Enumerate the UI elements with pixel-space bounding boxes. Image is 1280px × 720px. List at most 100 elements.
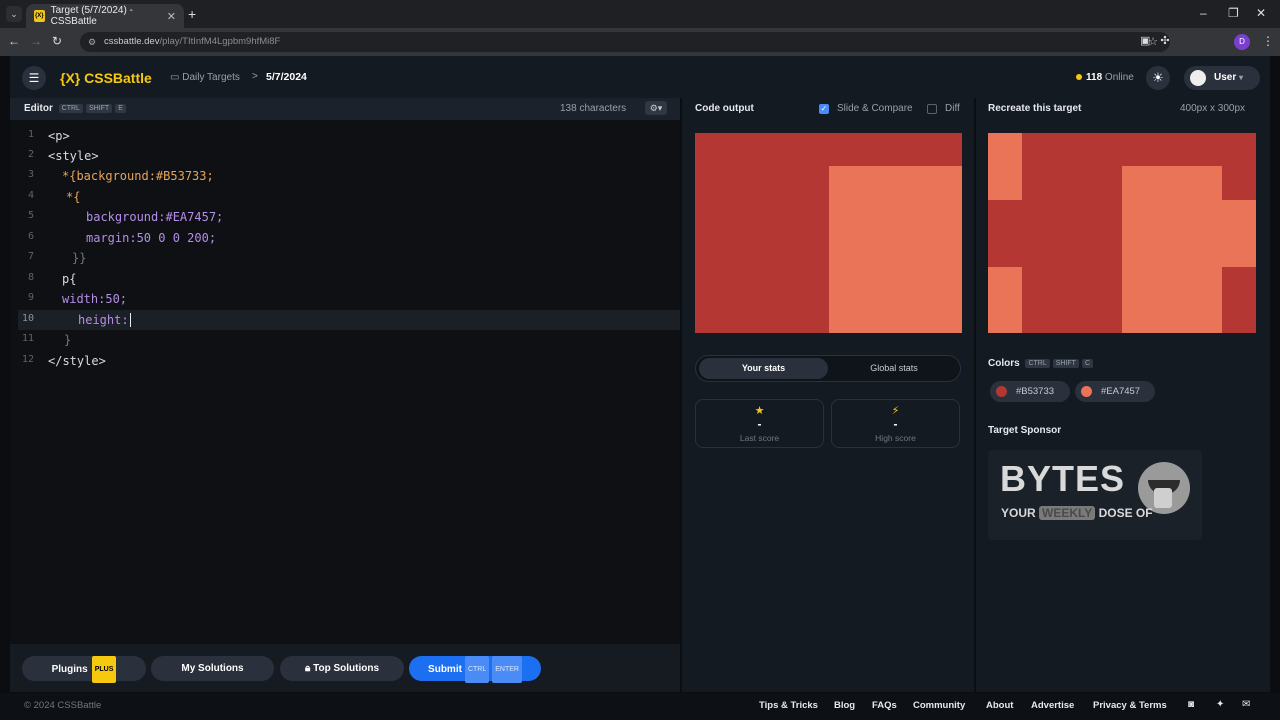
kbd-shift: SHIFT bbox=[85, 103, 113, 113]
slide-compare-label[interactable]: Slide & Compare bbox=[837, 103, 913, 114]
lock-icon: 🔒︎ bbox=[304, 663, 311, 674]
line-number: 8 bbox=[27, 272, 34, 283]
theme-toggle-sun-icon[interactable]: ☀ bbox=[1146, 66, 1170, 90]
footer-link-community[interactable]: Community bbox=[913, 700, 965, 711]
forward-icon[interactable]: → bbox=[30, 34, 52, 48]
calendar-icon: ▭ bbox=[170, 72, 180, 83]
line-number: 5 bbox=[27, 210, 34, 221]
target-block-right bbox=[1222, 200, 1256, 267]
slide-compare-checkbox[interactable]: ✓ bbox=[819, 104, 829, 114]
browser-extensions: ▣✣ bbox=[1140, 34, 1180, 47]
target-size: 400px x 300px bbox=[1180, 103, 1246, 114]
app-logo[interactable]: {X} CSSBattle bbox=[60, 70, 152, 86]
last-score-value: - bbox=[757, 417, 762, 431]
discord-icon[interactable]: ◙ bbox=[1188, 699, 1194, 710]
favicon-icon: {X} bbox=[34, 10, 45, 22]
chevron-down-icon: ▾ bbox=[1239, 73, 1244, 82]
editor-title-label: Editor bbox=[24, 103, 53, 114]
code-line: *{background:#B53733; bbox=[62, 169, 214, 183]
line-number: 11 bbox=[21, 333, 34, 344]
line-number: 10 bbox=[21, 313, 34, 324]
footer-link-privacy[interactable]: Privacy & Terms bbox=[1093, 700, 1167, 711]
reload-icon[interactable]: ↻ bbox=[52, 34, 72, 48]
kbd-e: E bbox=[115, 103, 126, 113]
color-hex: #B53733 bbox=[1016, 386, 1055, 397]
code-output-title: Code output bbox=[695, 103, 754, 114]
line-number: 12 bbox=[21, 354, 34, 365]
submit-button[interactable]: Submit CTRL ENTER bbox=[409, 656, 541, 683]
tongue bbox=[1154, 488, 1172, 508]
user-menu-button[interactable]: User ▾ bbox=[1184, 66, 1260, 90]
copyright: © 2024 CSSBattle bbox=[24, 700, 102, 711]
line-number: 2 bbox=[27, 149, 34, 160]
tab-your-stats[interactable]: Your stats bbox=[699, 358, 828, 379]
footer-link-faqs[interactable]: FAQs bbox=[872, 700, 897, 711]
kbd-ctrl: CTRL bbox=[464, 656, 490, 683]
mail-icon[interactable]: ✉ bbox=[1242, 699, 1250, 710]
color-swatch bbox=[996, 386, 1007, 397]
submit-label: Submit bbox=[428, 664, 462, 676]
color-hex: #EA7457 bbox=[1101, 386, 1141, 397]
colors-title: Colors CTRL SHIFT C bbox=[988, 358, 1094, 369]
code-editor[interactable] bbox=[10, 120, 680, 644]
last-score-label: Last score bbox=[739, 433, 780, 443]
color-swatch bbox=[1081, 386, 1092, 397]
extensions-icon[interactable]: ✣ bbox=[1160, 35, 1179, 47]
color-chip[interactable]: #EA7457 bbox=[1075, 381, 1155, 402]
browser-tab[interactable]: {X} Target (5/7/2024) - CSSBattle ✕ bbox=[26, 4, 184, 28]
url-field[interactable]: ⚙ cssbattle.dev/play/TItInfM4Lgpbm9hfMi8… bbox=[80, 32, 1170, 52]
tab-search-icon[interactable]: ⌄ bbox=[6, 6, 22, 22]
code-line: <style> bbox=[48, 149, 99, 163]
line-number: 7 bbox=[27, 251, 34, 262]
editor-settings-gear-icon[interactable]: ⚙▾ bbox=[645, 101, 667, 115]
breadcrumb-current: 5/7/2024 bbox=[266, 71, 307, 83]
kbd-shift: SHIFT bbox=[1052, 358, 1079, 368]
color-chip[interactable]: #B53733 bbox=[990, 381, 1070, 402]
footer-link-advertise[interactable]: Advertise bbox=[1031, 700, 1074, 711]
code-line: p{ bbox=[62, 272, 77, 286]
line-number: 1 bbox=[27, 129, 34, 140]
close-window-icon[interactable]: ✕ bbox=[1256, 6, 1266, 20]
target-block-top-left bbox=[988, 133, 1022, 200]
breadcrumb-parent-label: Daily Targets bbox=[182, 72, 240, 83]
maximize-icon[interactable]: ❐ bbox=[1228, 6, 1239, 20]
code-line: margin:50 0 0 200; bbox=[86, 231, 217, 245]
my-solutions-button[interactable]: My Solutions bbox=[151, 656, 274, 681]
twitter-icon[interactable]: ✦ bbox=[1216, 699, 1224, 710]
footer-link-tips[interactable]: Tips & Tricks bbox=[759, 700, 818, 711]
profile-avatar[interactable]: D bbox=[1234, 34, 1250, 50]
tagline-part: YOUR bbox=[1001, 506, 1036, 520]
site-info-icon[interactable]: ⚙ bbox=[88, 32, 96, 52]
top-solutions-button[interactable]: 🔒︎ Top Solutions bbox=[280, 656, 404, 681]
colors-title-label: Colors bbox=[988, 358, 1020, 369]
online-label: Online bbox=[1104, 72, 1134, 83]
line-number: 3 bbox=[27, 169, 34, 180]
minimize-icon[interactable]: – bbox=[1200, 6, 1207, 20]
nav-buttons: ←→↻ bbox=[8, 34, 72, 48]
line-number: 6 bbox=[27, 231, 34, 242]
plugins-button[interactable]: Plugins PLUS bbox=[22, 656, 146, 683]
tab-global-stats[interactable]: Global stats bbox=[830, 358, 958, 379]
high-score-card: ⚡︎ - High score bbox=[831, 399, 960, 448]
code-line: } bbox=[64, 333, 72, 347]
code-output-preview[interactable] bbox=[695, 133, 962, 333]
last-score-card: ★ - Last score bbox=[695, 399, 824, 448]
hamburger-menu-icon[interactable]: ☰ bbox=[22, 66, 46, 90]
high-score-label: High score bbox=[875, 433, 916, 443]
diff-checkbox[interactable] bbox=[927, 104, 937, 114]
footer-link-about[interactable]: About bbox=[986, 700, 1013, 711]
sponsor-logo-text: BYTES bbox=[1000, 458, 1126, 499]
user-avatar-icon bbox=[1190, 70, 1206, 86]
sponsor-title: Target Sponsor bbox=[988, 425, 1062, 436]
breadcrumb-daily-targets[interactable]: ▭ Daily Targets bbox=[170, 72, 240, 83]
diff-label[interactable]: Diff bbox=[945, 103, 960, 114]
sponsor-tagline: YOUR WEEKLY DOSE OF bbox=[1001, 506, 1153, 520]
browser-tab-title: Target (5/7/2024) - CSSBattle bbox=[50, 5, 133, 27]
new-tab-icon[interactable]: + bbox=[188, 6, 196, 22]
target-image[interactable] bbox=[988, 133, 1256, 333]
close-tab-icon[interactable]: ✕ bbox=[167, 10, 176, 23]
back-icon[interactable]: ← bbox=[8, 34, 30, 48]
cast-icon[interactable]: ▣ bbox=[1140, 35, 1160, 47]
browser-menu-icon[interactable]: ⋮ bbox=[1262, 34, 1274, 48]
footer-link-blog[interactable]: Blog bbox=[834, 700, 855, 711]
